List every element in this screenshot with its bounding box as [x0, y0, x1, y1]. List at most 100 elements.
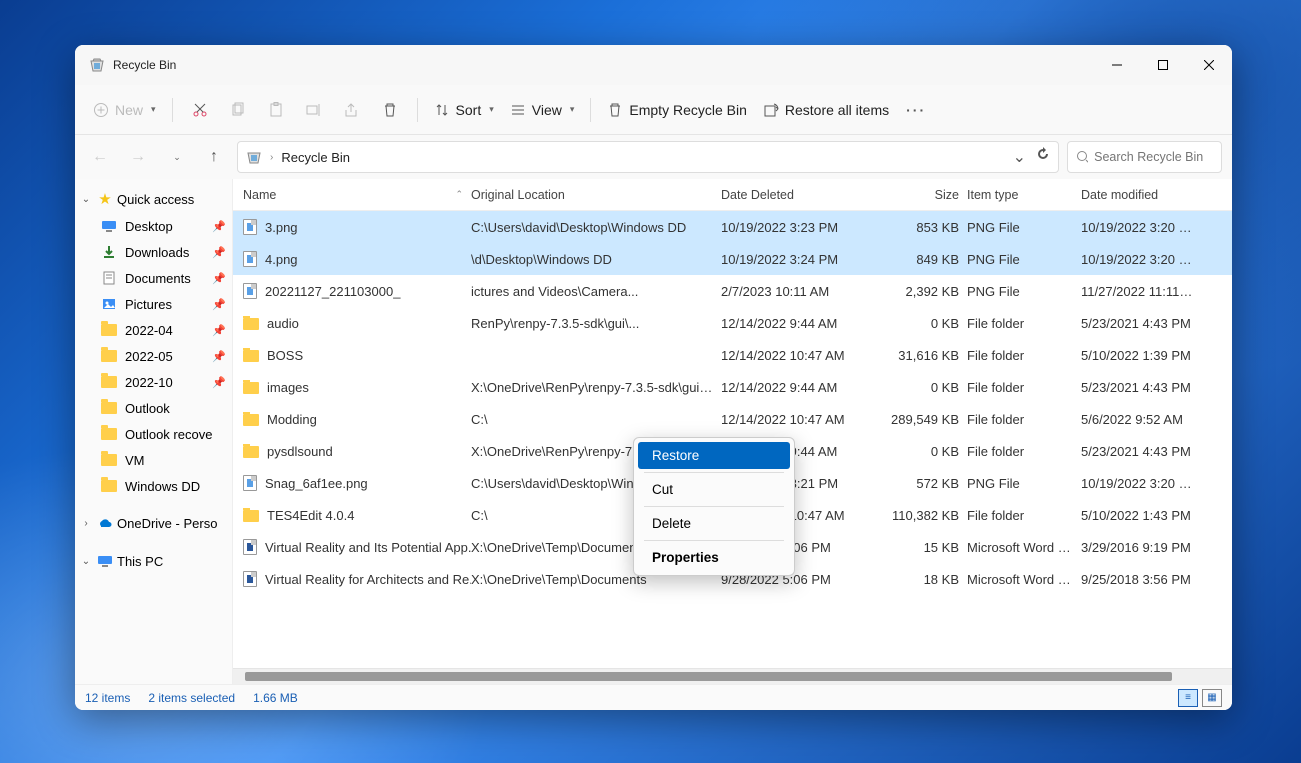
sidebar-item[interactable]: 2022-04📌 [75, 317, 232, 343]
sidebar-item[interactable]: Desktop📌 [75, 213, 232, 239]
refresh-button[interactable] [1036, 147, 1050, 167]
restore-all-button[interactable]: Restore all items [757, 93, 895, 127]
sidebar-item[interactable]: 2022-10📌 [75, 369, 232, 395]
column-original-location[interactable]: Original Location [471, 188, 721, 202]
empty-recycle-bin-button[interactable]: Empty Recycle Bin [601, 93, 752, 127]
trash-icon [382, 102, 398, 118]
cell-size: 0 KB [883, 316, 967, 331]
sidebar-item[interactable]: Windows DD [75, 473, 232, 499]
dropdown-button[interactable]: ⌄ [1013, 147, 1026, 167]
file-row[interactable]: audioRenPy\renpy-7.3.5-sdk\gui\...12/14/… [233, 307, 1232, 339]
column-name[interactable]: Name⌃ [243, 188, 471, 202]
quick-access-group[interactable]: ⌄ ★ Quick access [75, 185, 232, 213]
cell-item-type: File folder [967, 348, 1081, 363]
cell-original-location: X:\OneDrive\RenPy\renpy-7.3.5-sdk\gui\..… [471, 380, 721, 395]
cell-item-type: PNG File [967, 476, 1081, 491]
this-pc-group[interactable]: ⌄ This PC [75, 547, 232, 575]
cell-size: 2,392 KB [883, 284, 967, 299]
icons-view-toggle[interactable]: ▦ [1202, 689, 1222, 707]
pictures-icon [101, 296, 117, 312]
context-properties[interactable]: Properties [638, 544, 790, 571]
more-button[interactable]: ··· [899, 93, 933, 127]
rename-button[interactable] [297, 93, 331, 127]
sidebar-item-label: Downloads [125, 245, 189, 260]
column-date-deleted[interactable]: Date Deleted [721, 188, 883, 202]
sidebar-item[interactable]: 2022-05📌 [75, 343, 232, 369]
sidebar-item[interactable]: Outlook [75, 395, 232, 421]
file-row[interactable]: imagesX:\OneDrive\RenPy\renpy-7.3.5-sdk\… [233, 371, 1232, 403]
cell-name: 20221127_221103000_ [243, 283, 471, 299]
minimize-button[interactable] [1094, 45, 1140, 85]
cell-date-modified: 10/19/2022 3:20 PM [1081, 220, 1203, 235]
new-button[interactable]: New ▾ [87, 93, 162, 127]
scrollbar-thumb[interactable] [245, 672, 1172, 681]
navigation-pane[interactable]: ⌄ ★ Quick access Desktop📌Downloads📌Docum… [75, 179, 233, 684]
up-button[interactable]: ↑ [199, 142, 229, 172]
titlebar[interactable]: Recycle Bin [75, 45, 1232, 85]
file-row[interactable]: 3.pngC:\Users\david\Desktop\Windows DD10… [233, 211, 1232, 243]
image-file-icon [243, 251, 257, 267]
sidebar-item[interactable]: VM [75, 447, 232, 473]
maximize-button[interactable] [1140, 45, 1186, 85]
context-restore[interactable]: Restore [638, 442, 790, 469]
column-size[interactable]: Size [883, 188, 967, 202]
details-view-toggle[interactable]: ≡ [1178, 689, 1198, 707]
menu-separator [644, 472, 784, 473]
cell-size: 15 KB [883, 540, 967, 555]
pc-icon [97, 553, 113, 569]
folder-icon [101, 322, 117, 338]
sidebar-item[interactable]: Outlook recove [75, 421, 232, 447]
cut-button[interactable] [183, 93, 217, 127]
cell-size: 0 KB [883, 380, 967, 395]
pin-icon: 📌 [212, 376, 226, 389]
explorer-window: Recycle Bin New ▾ Sort ▾ View ▾ [75, 45, 1232, 710]
onedrive-group[interactable]: › OneDrive - Perso [75, 509, 232, 537]
cell-name: images [243, 380, 471, 395]
back-button[interactable]: ← [85, 142, 115, 172]
address-bar[interactable]: › Recycle Bin ⌄ [237, 141, 1059, 173]
file-row[interactable]: 4.png\d\Desktop\Windows DD10/19/2022 3:2… [233, 243, 1232, 275]
copy-button[interactable] [221, 93, 255, 127]
sidebar-item[interactable]: Pictures📌 [75, 291, 232, 317]
share-icon [344, 102, 360, 118]
sidebar-item-label: Windows DD [125, 479, 200, 494]
separator [172, 98, 173, 122]
pin-icon: 📌 [212, 350, 226, 363]
delete-button[interactable] [373, 93, 407, 127]
cell-name: Modding [243, 412, 471, 427]
horizontal-scrollbar[interactable] [233, 668, 1232, 684]
search-input[interactable] [1094, 150, 1213, 164]
file-row[interactable]: ModdingC:\12/14/2022 10:47 AM289,549 KBF… [233, 403, 1232, 435]
file-row[interactable]: BOSS12/14/2022 10:47 AM31,616 KBFile fol… [233, 339, 1232, 371]
paste-button[interactable] [259, 93, 293, 127]
collapse-icon: ⌄ [79, 556, 93, 567]
cell-item-type: PNG File [967, 220, 1081, 235]
cell-date-modified: 5/23/2021 4:43 PM [1081, 380, 1203, 395]
paste-icon [268, 102, 284, 118]
sidebar-item[interactable]: Documents📌 [75, 265, 232, 291]
cell-original-location: C:\ [471, 412, 721, 427]
sort-button[interactable]: Sort ▾ [428, 93, 500, 127]
search-box[interactable] [1067, 141, 1222, 173]
forward-button[interactable]: → [123, 142, 153, 172]
close-button[interactable] [1186, 45, 1232, 85]
cell-date-deleted: 12/14/2022 9:44 AM [721, 316, 883, 331]
file-row[interactable]: 20221127_221103000_ictures and Videos\Ca… [233, 275, 1232, 307]
column-date-modified[interactable]: Date modified [1081, 188, 1203, 202]
pin-icon: 📌 [212, 324, 226, 337]
breadcrumb-location[interactable]: Recycle Bin [281, 150, 350, 165]
folder-icon [243, 350, 259, 362]
share-button[interactable] [335, 93, 369, 127]
recent-locations-button[interactable]: ⌄ [161, 142, 191, 172]
column-item-type[interactable]: Item type [967, 188, 1081, 202]
folder-icon [243, 446, 259, 458]
cell-item-type: File folder [967, 316, 1081, 331]
cell-size: 0 KB [883, 444, 967, 459]
sidebar-item[interactable]: Downloads📌 [75, 239, 232, 265]
context-delete[interactable]: Delete [638, 510, 790, 537]
view-button[interactable]: View ▾ [504, 93, 581, 127]
cell-date-modified: 5/10/2022 1:43 PM [1081, 508, 1203, 523]
column-headers: Name⌃ Original Location Date Deleted Siz… [233, 179, 1232, 211]
context-cut[interactable]: Cut [638, 476, 790, 503]
recycle-bin-icon [89, 57, 105, 73]
